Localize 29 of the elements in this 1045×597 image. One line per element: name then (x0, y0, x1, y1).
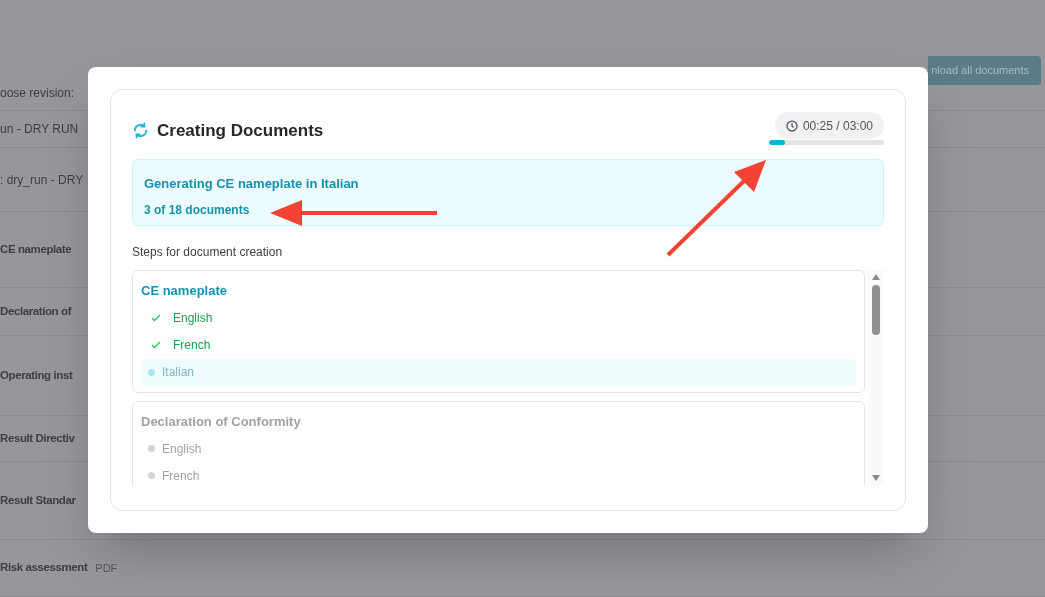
group-title: Declaration of Conformity (141, 412, 302, 431)
section-heading: Steps for document creation (132, 244, 284, 261)
file-type-label: PDF (95, 560, 118, 576)
group-title: CE nameplate (141, 282, 228, 300)
row-label: Result Directiv (0, 430, 75, 446)
step-label: French (173, 337, 211, 354)
scroll-up-icon[interactable] (871, 273, 881, 281)
row-label: un - DRY RUN (0, 121, 79, 138)
row-label: : dry_run - DRY (0, 171, 84, 189)
download-button[interactable]: nload all documents (928, 56, 1041, 85)
step-label: English (162, 440, 202, 458)
timer-text: 00:25 / 03:00 (802, 117, 873, 135)
scroll-down-icon[interactable] (871, 474, 881, 482)
row-label: oose revision: (0, 84, 75, 102)
step-label: French (162, 467, 200, 485)
dialog-title: Creating Documents (157, 120, 324, 142)
row-label: CE nameplate (0, 241, 72, 257)
clock-icon (785, 119, 798, 132)
scrollbar[interactable] (868, 270, 884, 485)
row-label: Declaration of (0, 303, 72, 319)
step-label: English (173, 310, 213, 327)
row-label: Result Standar (0, 492, 76, 508)
row-label: Risk assessment (0, 560, 88, 576)
step-label: Italian (162, 364, 195, 381)
row-label: Operating inst (0, 367, 73, 383)
refresh-icon (132, 122, 149, 140)
status-message: Generating CE nameplate in Italian (144, 175, 360, 193)
scrollbar-thumb[interactable] (872, 285, 880, 335)
document-count: 3 of 18 documents (144, 201, 250, 219)
